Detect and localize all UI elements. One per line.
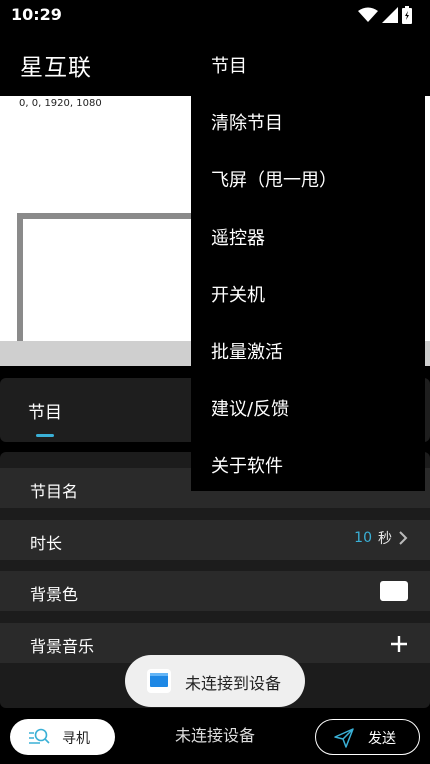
duration-value-group: 10 秒 — [354, 528, 408, 548]
menu-item-clear-program[interactable]: 清除节目 — [211, 109, 283, 135]
duration-row[interactable]: 时长 10 秒 — [0, 520, 430, 560]
signal-icon — [382, 7, 398, 23]
duration-value: 10 — [354, 530, 372, 546]
wifi-icon — [358, 7, 378, 22]
menu-item-program[interactable]: 节目 — [211, 52, 247, 78]
overflow-menu: 节目 清除节目 飞屏（甩一甩） 遥控器 开关机 批量激活 建议/反馈 关于软件 — [191, 34, 425, 491]
preview-coordinates: 0, 0, 1920, 1080 — [19, 98, 102, 109]
app-title: 星互联 — [20, 55, 92, 81]
background-color-group — [380, 579, 408, 601]
duration-label: 时长 — [30, 534, 63, 553]
background-color-row[interactable]: 背景色 — [0, 571, 430, 611]
menu-item-power[interactable]: 开关机 — [211, 281, 265, 307]
toast-message: 未连接到设备 — [185, 674, 282, 693]
send-icon — [334, 728, 354, 748]
menu-item-fly-screen[interactable]: 飞屏（甩一甩） — [211, 166, 337, 192]
menu-item-batch-activate[interactable]: 批量激活 — [211, 338, 283, 364]
background-color-swatch[interactable] — [380, 581, 408, 601]
status-time: 10:29 — [11, 5, 62, 24]
background-color-label: 背景色 — [30, 585, 79, 604]
toast: 未连接到设备 — [125, 655, 305, 707]
background-music-group — [390, 631, 408, 653]
battery-icon — [402, 6, 412, 24]
app-icon — [147, 669, 171, 693]
status-bar: 10:29 — [0, 0, 430, 30]
send-button[interactable]: 发送 — [315, 719, 420, 755]
tab-program[interactable]: 节目 — [28, 398, 62, 423]
menu-item-about[interactable]: 关于软件 — [211, 452, 283, 478]
menu-item-remote-control[interactable]: 遥控器 — [211, 224, 265, 250]
program-name-label: 节目名 — [30, 482, 79, 501]
chevron-right-icon — [399, 531, 408, 545]
duration-unit: 秒 — [378, 531, 392, 547]
tab-indicator — [36, 434, 54, 437]
status-icons — [358, 6, 412, 24]
background-music-label: 背景音乐 — [30, 637, 95, 656]
send-label: 发送 — [368, 731, 396, 747]
add-icon[interactable] — [390, 635, 408, 653]
menu-item-feedback[interactable]: 建议/反馈 — [211, 395, 289, 421]
bottom-bar: 寻机 未连接设备 发送 — [0, 710, 430, 764]
